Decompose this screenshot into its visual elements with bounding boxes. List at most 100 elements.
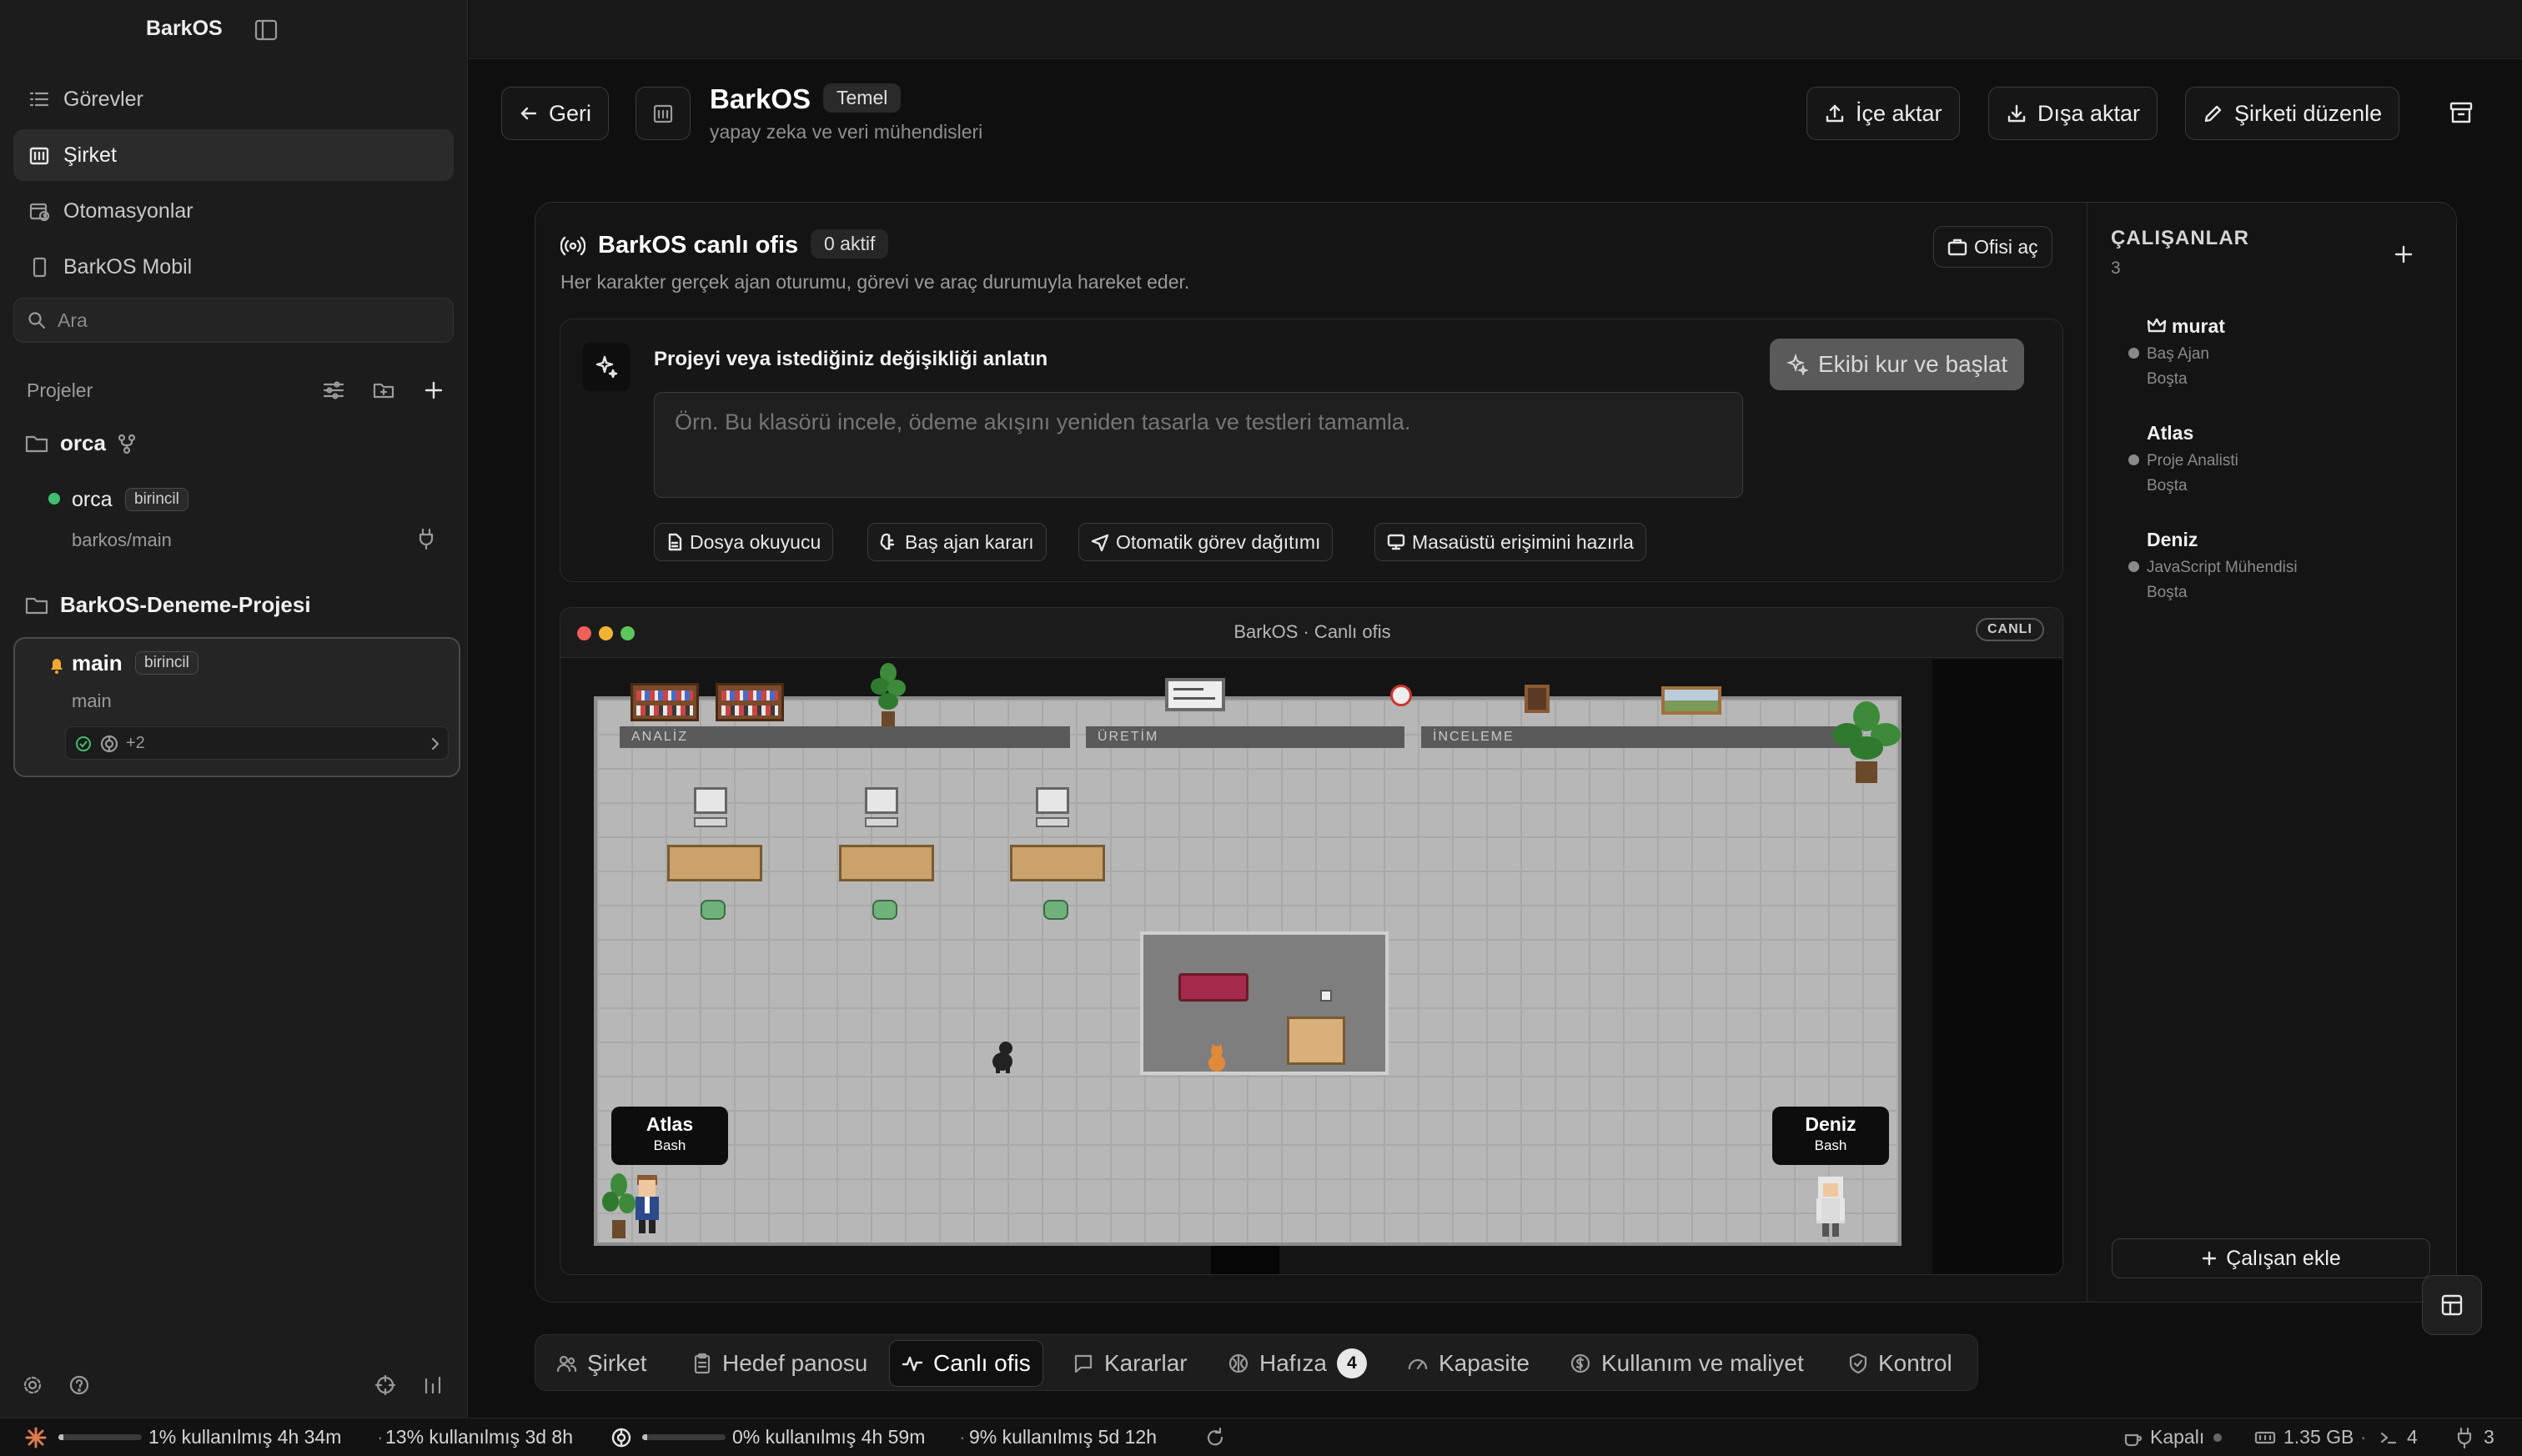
tab-live-office[interactable]: Canlı ofis — [889, 1340, 1043, 1387]
employee-name: murat — [2172, 315, 2225, 337]
tab-label: Şirket — [587, 1350, 647, 1376]
crosshair-icon[interactable] — [374, 1374, 396, 1396]
table-sprite — [1287, 1017, 1345, 1065]
settings-icon[interactable] — [22, 1374, 43, 1396]
add-employee-button[interactable]: Çalışan ekle — [2112, 1238, 2430, 1278]
open-office-button[interactable]: Ofisi aç — [1933, 226, 2052, 268]
chevron-right-icon — [428, 736, 443, 752]
composer-card: Projeyi veya istediğiniz değişikliği anl… — [560, 319, 2063, 582]
nav-item-tasks[interactable]: Görevler — [13, 73, 454, 125]
tab-company[interactable]: Şirket — [544, 1340, 659, 1387]
chip-lead-decision[interactable]: Baş ajan kararı — [867, 523, 1047, 561]
signal-bars-icon[interactable] — [422, 1374, 444, 1396]
search-box[interactable] — [13, 298, 454, 343]
file-icon — [666, 533, 683, 551]
search-input[interactable] — [58, 309, 425, 332]
lounge-area — [1140, 931, 1389, 1075]
chip-desktop-access[interactable]: Masaüstü erişimini hazırla — [1374, 523, 1646, 561]
nav-item-company[interactable]: Şirket — [13, 129, 454, 181]
power-status[interactable]: Kapalı — [2150, 1426, 2204, 1448]
sidebar: BarkOS Görevler Şirket Otomasyonlar Bark… — [0, 0, 468, 1456]
nav-item-mobile[interactable]: BarkOS Mobil — [13, 241, 454, 293]
archive-icon[interactable] — [2449, 100, 2474, 125]
nav-item-label: Şirket — [63, 143, 117, 167]
refresh-icon[interactable] — [1204, 1427, 1226, 1448]
chip-label: Baş ajan kararı — [905, 530, 1034, 553]
memory-icon — [1228, 1353, 1249, 1374]
coffee-icon — [2123, 1428, 2143, 1448]
employee-role: Proje Analisti — [2147, 452, 2238, 469]
chip-file-reader[interactable]: Dosya okuyucu — [654, 523, 834, 561]
employee-item-deniz[interactable]: Deniz JavaScript Mühendisi Boşta — [2128, 529, 2445, 609]
build-team-button[interactable]: Ekibi kur ve başlat — [1770, 339, 2025, 390]
openai-secondary-usage: 9% kullanılmış 5d 12h — [969, 1426, 1158, 1448]
claude-secondary-usage: 13% kullanılmış 3d 8h — [385, 1426, 574, 1448]
sparkles-icon — [1786, 354, 1808, 375]
plug-icon — [2455, 1427, 2474, 1448]
cat-sprite — [1203, 1042, 1231, 1075]
openai-icon — [610, 1427, 632, 1448]
nav-item-automations[interactable]: Otomasyonlar — [13, 185, 454, 237]
employee-item-atlas[interactable]: Atlas Proje Analisti Boşta — [2128, 422, 2445, 502]
deniz-character-sprite[interactable] — [1811, 1173, 1850, 1240]
workspace-badge: birincil — [135, 651, 198, 675]
workspace-name: main — [72, 650, 123, 675]
agent-card-atlas[interactable]: Atlas Bash — [611, 1107, 728, 1165]
clipboard-icon — [692, 1353, 712, 1374]
help-icon[interactable] — [68, 1374, 90, 1396]
tab-control[interactable]: Kontrol — [1836, 1340, 1964, 1387]
claude-primary-usage: 1% kullanılmış 4h 34m — [148, 1426, 342, 1448]
memory-count-badge: 4 — [1336, 1348, 1367, 1378]
add-employee-icon[interactable] — [2393, 244, 2414, 265]
tab-capacity[interactable]: Kapasite — [1395, 1340, 1541, 1387]
employee-item-murat[interactable]: murat Baş Ajan Boşta — [2128, 315, 2445, 395]
workspace-name[interactable]: orca — [72, 488, 113, 512]
workspace-agents-row[interactable]: +2 — [65, 726, 449, 760]
desk-sprite — [839, 845, 934, 881]
office-card-description: Her karakter gerçek ajan oturumu, görevi… — [560, 271, 1190, 293]
tab-label: Kapasite — [1439, 1350, 1530, 1376]
new-folder-icon[interactable] — [372, 379, 395, 402]
import-button[interactable]: İçe aktar — [1806, 87, 1960, 140]
dog-sprite — [987, 1038, 1017, 1075]
agent-card-deniz[interactable]: Deniz Bash — [1772, 1107, 1889, 1165]
office-card-title: BarkOS canlı ofis — [598, 232, 799, 259]
upload-icon — [1824, 103, 1846, 124]
add-project-icon[interactable] — [422, 379, 445, 402]
chip-auto-dispatch[interactable]: Otomatik görev dağıtımı — [1078, 523, 1334, 561]
tab-label: Hafıza — [1259, 1350, 1327, 1376]
brain-icon — [880, 533, 898, 551]
filter-icon[interactable] — [322, 379, 345, 402]
plug-icon[interactable] — [417, 528, 435, 550]
chair-sprite — [701, 900, 726, 920]
edit-company-button[interactable]: Şirketi düzenle — [2185, 87, 2400, 140]
composer-textarea[interactable] — [654, 392, 1743, 498]
project-barkos-deneme[interactable]: BarkOS-Deneme-Projesi — [25, 592, 311, 618]
sparkles-icon — [582, 343, 630, 391]
employee-name: Atlas — [2147, 422, 2194, 444]
tab-goal-board[interactable]: Hedef panosu — [681, 1340, 879, 1387]
project-orca[interactable]: orca — [25, 430, 136, 456]
tab-decisions[interactable]: Kararlar — [1061, 1340, 1199, 1387]
company-icon — [28, 144, 50, 166]
separator-dot: · — [2360, 1426, 2367, 1448]
project-name: orca — [60, 430, 106, 455]
back-button[interactable]: Geri — [501, 87, 610, 140]
export-button[interactable]: Dışa aktar — [1988, 87, 2158, 140]
folder-icon — [25, 595, 48, 616]
tab-usage-cost[interactable]: Kullanım ve maliyet — [1558, 1340, 1816, 1387]
workspace-card-main[interactable]: main birincil main +2 — [13, 637, 460, 777]
power-status-dot — [2213, 1433, 2222, 1442]
claude-usage-meter — [58, 1434, 142, 1440]
separator-dot: · — [959, 1426, 966, 1448]
workspace-path: main — [72, 690, 112, 711]
live-badge: CANLI — [1976, 618, 2044, 641]
bookshelf-sprite — [630, 683, 699, 721]
tab-memory[interactable]: Hafıza 4 — [1216, 1340, 1379, 1387]
memory-usage: 1.35 GB — [2283, 1426, 2354, 1448]
clock-sprite — [1390, 685, 1412, 706]
bell-icon — [48, 655, 65, 675]
layout-toggle-button[interactable] — [2422, 1275, 2482, 1335]
toggle-sidebar-icon[interactable] — [254, 18, 279, 43]
atlas-character-sprite[interactable] — [629, 1172, 666, 1237]
